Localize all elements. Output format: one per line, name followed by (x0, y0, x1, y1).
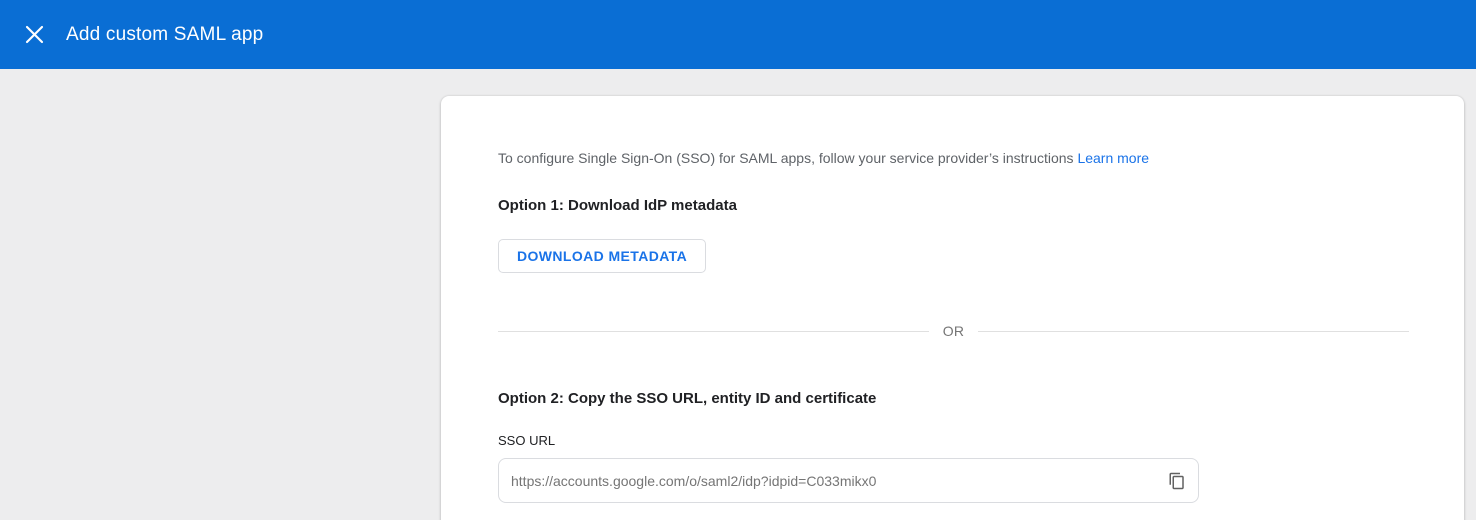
saml-config-card: To configure Single Sign-On (SSO) for SA… (441, 96, 1464, 520)
close-button[interactable] (22, 23, 46, 47)
sso-url-input[interactable] (499, 459, 1156, 502)
intro-paragraph: To configure Single Sign-On (SSO) for SA… (498, 148, 1408, 168)
copy-icon (1168, 472, 1186, 490)
option2-heading: Option 2: Copy the SSO URL, entity ID an… (498, 390, 1408, 408)
close-icon (25, 25, 44, 44)
copy-button[interactable] (1156, 459, 1198, 502)
divider-line-left (498, 331, 929, 332)
learn-more-link[interactable]: Learn more (1077, 150, 1149, 166)
or-label: OR (929, 323, 979, 339)
page-background: To configure Single Sign-On (SSO) for SA… (0, 69, 1476, 520)
or-divider: OR (498, 321, 1409, 341)
sso-url-field (498, 458, 1199, 503)
download-metadata-button[interactable]: DOWNLOAD METADATA (498, 239, 706, 273)
dialog-header: Add custom SAML app (0, 0, 1476, 69)
dialog-title: Add custom SAML app (66, 24, 263, 46)
sso-url-label: SSO URL (498, 433, 1408, 448)
option1-heading: Option 1: Download IdP metadata (498, 197, 1408, 215)
intro-text: To configure Single Sign-On (SSO) for SA… (498, 150, 1074, 166)
divider-line-right (978, 331, 1409, 332)
